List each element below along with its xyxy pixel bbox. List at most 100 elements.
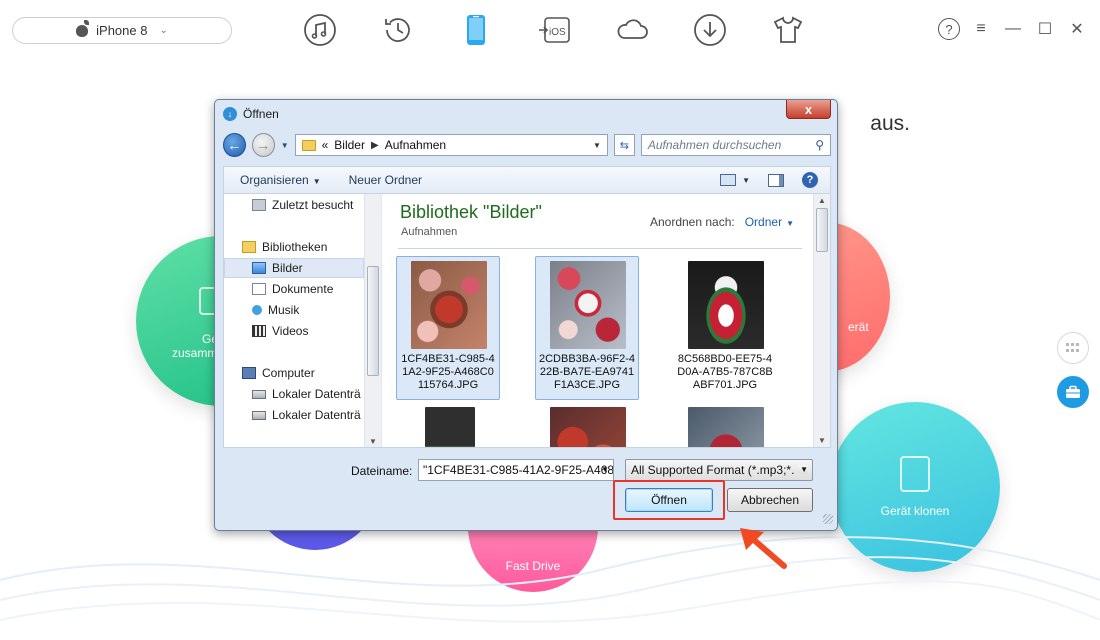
photo-thumbnail-image xyxy=(550,261,626,349)
apple-icon xyxy=(76,19,90,37)
preview-pane-icon[interactable] xyxy=(768,173,784,187)
maximize-icon[interactable]: ☐ xyxy=(1034,18,1056,40)
app-icon: ↓ xyxy=(223,107,237,121)
photo-thumbnail-image xyxy=(425,407,475,447)
back-button[interactable]: ← xyxy=(223,133,246,157)
breadcrumb-prefix: « xyxy=(321,138,329,152)
chevron-down-icon: ▼ xyxy=(312,177,321,186)
help-icon[interactable]: ? xyxy=(802,172,818,188)
toolbox-button[interactable] xyxy=(1057,376,1089,408)
file-list-pane: Bibliothek "Bilder" Aufnahmen Anordnen n… xyxy=(384,194,830,447)
history-dropdown-icon[interactable]: ▼ xyxy=(281,141,289,150)
history-icon[interactable] xyxy=(378,10,418,50)
arrange-by[interactable]: Anordnen nach: Ordner ▼ xyxy=(650,215,794,229)
view-dropdown-icon[interactable]: ▼ xyxy=(742,176,750,185)
file-thumbnail[interactable]: 2CDBB3BA-96F2-422B-BA7E-EA9741F1A3CE.JPG xyxy=(535,256,639,400)
file-thumbnail[interactable]: 1CF4BE31-C985-41A2-9F25-A468C0115764.JPG xyxy=(396,256,500,400)
documents-icon xyxy=(252,283,266,295)
pictures-icon xyxy=(252,262,266,274)
music-icon[interactable] xyxy=(300,10,340,50)
callout-arrow-icon xyxy=(740,528,787,569)
arrange-value[interactable]: Ordner xyxy=(745,215,782,229)
address-bar[interactable]: « Bilder ▶ Aufnahmen ▼ xyxy=(294,134,608,156)
tshirt-icon[interactable] xyxy=(768,10,808,50)
dialog-titlebar[interactable]: ↓ Öffnen xyxy=(215,100,837,128)
main-toolbar: iOS xyxy=(300,10,808,50)
minimize-icon[interactable]: — xyxy=(1002,18,1024,40)
refresh-button[interactable]: ⇆ xyxy=(613,134,635,156)
breadcrumb-item[interactable]: Bilder xyxy=(334,138,365,152)
device-icon[interactable] xyxy=(456,10,496,50)
ios-icon[interactable]: iOS xyxy=(534,10,574,50)
photo-thumbnail-image xyxy=(688,261,764,349)
music-icon xyxy=(252,305,262,315)
cancel-button[interactable]: Abbrechen xyxy=(727,488,813,512)
organize-menu[interactable]: Organisieren ▼ xyxy=(240,173,321,187)
device-name: iPhone 8 xyxy=(96,23,148,38)
chevron-down-icon: ⌄ xyxy=(159,25,168,36)
file-list-scrollbar-thumb[interactable] xyxy=(816,208,828,252)
filename-value: "1CF4BE31-C985-41A2-9F25-A468 xyxy=(423,463,614,477)
resize-grip-icon[interactable] xyxy=(823,514,833,524)
file-name: 1CF4BE31-C985-41A2-9F25-A468C0115764.JPG xyxy=(401,353,495,391)
download-icon[interactable] xyxy=(690,10,730,50)
scroll-up-icon[interactable]: ▲ xyxy=(818,196,826,205)
chevron-down-icon[interactable]: ▼ xyxy=(601,465,609,474)
scroll-down-icon[interactable]: ▼ xyxy=(369,437,377,446)
close-icon[interactable]: ✕ xyxy=(1066,18,1088,40)
file-list-scrollbar[interactable]: ▲ ▼ xyxy=(813,194,830,447)
nav-item-music[interactable]: Musik xyxy=(252,303,299,317)
breadcrumb-item[interactable]: Aufnahmen xyxy=(385,138,446,152)
drive-icon xyxy=(252,410,266,420)
grid-icon xyxy=(1066,343,1079,352)
dialog-footer: Dateiname: "1CF4BE31-C985-41A2-9F25-A468… xyxy=(215,452,837,528)
forward-button[interactable]: → xyxy=(251,133,275,157)
nav-scrollbar-thumb[interactable] xyxy=(367,266,379,376)
view-options-icon[interactable] xyxy=(720,174,737,186)
window-controls: ? ≡ — ☐ ✕ xyxy=(938,18,1088,40)
nav-item-documents[interactable]: Dokumente xyxy=(252,282,333,296)
nav-item-computer[interactable]: Computer xyxy=(242,366,315,380)
file-thumbnail[interactable] xyxy=(396,402,500,447)
scroll-down-icon[interactable]: ▼ xyxy=(818,436,826,445)
chevron-down-icon: ▼ xyxy=(786,219,794,228)
nav-item-recent[interactable]: Zuletzt besucht xyxy=(252,198,353,212)
command-bar: Organisieren ▼ Neuer Ordner ▼ ? xyxy=(223,166,831,194)
dialog-close-button[interactable]: x xyxy=(786,100,831,119)
library-icon xyxy=(242,241,256,253)
help-icon[interactable]: ? xyxy=(938,18,960,40)
address-dropdown-icon[interactable]: ▼ xyxy=(593,141,601,150)
navigation-pane: Zuletzt besucht Bibliotheken Bilder Doku… xyxy=(224,194,382,447)
grid-view-button[interactable] xyxy=(1057,332,1089,364)
device-selector[interactable]: iPhone 8 ⌄ xyxy=(12,17,232,44)
nav-item-pictures[interactable]: Bilder xyxy=(224,258,364,278)
computer-icon xyxy=(242,367,256,379)
feature-label: Ge xyxy=(202,332,219,346)
file-thumbnail[interactable]: 8C568BD0-EE75-4D0A-A7B5-787C8BABF701.JPG xyxy=(673,256,777,400)
dialog-title: Öffnen xyxy=(243,107,279,121)
file-type-select[interactable]: All Supported Format (*.mp3;*. ▼ xyxy=(625,459,813,481)
file-name: 8C568BD0-EE75-4D0A-A7B5-787C8BABF701.JPG xyxy=(677,353,773,391)
new-folder-button[interactable]: Neuer Ordner xyxy=(349,173,422,187)
svg-text:iOS: iOS xyxy=(549,27,566,38)
file-name: 2CDBB3BA-96F2-422B-BA7E-EA9741F1A3CE.JPG xyxy=(539,353,635,391)
file-thumbnail[interactable] xyxy=(535,402,639,447)
filename-input[interactable]: "1CF4BE31-C985-41A2-9F25-A468 ▼ xyxy=(418,459,614,481)
nav-item-libraries[interactable]: Bibliotheken xyxy=(242,240,327,254)
file-thumbnail[interactable] xyxy=(673,402,777,447)
nav-item-drive-1[interactable]: Lokaler Datenträ xyxy=(252,387,361,401)
address-row: ← → ▼ « Bilder ▶ Aufnahmen ▼ ⇆ Aufnahmen… xyxy=(223,132,832,158)
nav-item-videos[interactable]: Videos xyxy=(252,324,308,338)
search-placeholder: Aufnahmen durchsuchen xyxy=(647,138,782,152)
nav-item-drive-2[interactable]: Lokaler Datenträ xyxy=(252,408,361,422)
open-button[interactable]: Öffnen xyxy=(625,488,713,512)
search-input[interactable]: Aufnahmen durchsuchen ⚲ xyxy=(640,134,832,156)
open-file-dialog: ↓ Öffnen x ← → ▼ « Bilder ▶ Aufnahmen ▼ … xyxy=(214,99,838,531)
photo-thumbnail-image xyxy=(550,407,626,447)
breadcrumb-separator-icon: ▶ xyxy=(370,139,379,151)
nav-scrollbar[interactable]: ▼ xyxy=(364,194,381,447)
toolbox-icon xyxy=(1066,385,1080,398)
cloud-icon[interactable] xyxy=(612,10,652,50)
file-type-value: All Supported Format (*.mp3;*. xyxy=(631,463,795,477)
menu-icon[interactable]: ≡ xyxy=(970,18,992,40)
